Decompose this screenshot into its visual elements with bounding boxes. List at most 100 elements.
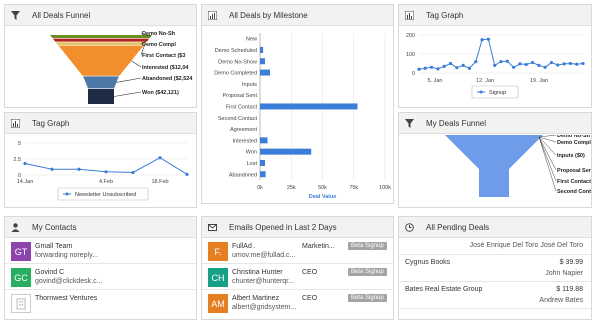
funnel-segment <box>55 42 147 46</box>
panel-title: Tag Graph <box>426 10 464 20</box>
avatar: GT <box>11 242 31 261</box>
legend-marker <box>479 90 483 94</box>
user-icon <box>11 222 20 232</box>
funnel-connector <box>131 60 142 68</box>
panel-header: My Contacts <box>5 217 196 238</box>
panel-title: My Deals Funnel <box>426 118 487 128</box>
funnel-label: First Contact ($ <box>557 179 592 185</box>
panel-header: Tag Graph <box>399 5 591 26</box>
x-tick-label: 25k <box>287 185 296 191</box>
contact-row[interactable]: GT Gmall Team forwarding noreply... <box>5 239 196 264</box>
x-tick-label: 50k <box>318 185 327 191</box>
deal-price: $ 39.99 <box>559 259 583 266</box>
legend-label: Signup <box>489 90 506 96</box>
funnel-segment <box>52 38 150 42</box>
email-role: CEO <box>302 269 318 276</box>
funnel-connector <box>538 136 557 182</box>
y-tick-label: Demo No-Show <box>218 59 257 65</box>
avatar <box>11 294 31 313</box>
funnel-label: Demo Compl <box>142 42 176 48</box>
x-tick-label: 12. Jan <box>476 78 494 84</box>
y-tick-label: 5 <box>18 141 21 147</box>
tag-badge[interactable]: Beta Signup <box>348 268 387 276</box>
data-point <box>442 64 446 68</box>
chart-line-icon <box>405 10 414 20</box>
deal-name: Cygnus Books <box>405 259 451 266</box>
data-point <box>23 161 27 166</box>
my-funnel-chart: Demo No-ShDemo Compl Inputs ($0) Proposal … <box>445 135 592 197</box>
y-tick-label: Abandoned <box>229 172 257 178</box>
legend-marker <box>65 192 69 196</box>
funnel-segment <box>50 35 152 38</box>
data-point <box>467 66 472 70</box>
funnel-connector <box>116 77 142 83</box>
email-address: umov.me@fullad.c... <box>232 252 296 259</box>
data-point <box>562 62 566 66</box>
data-point <box>423 66 427 70</box>
email-address: albert@gridsystem... <box>232 304 297 311</box>
data-point <box>474 60 478 64</box>
data-point <box>524 62 528 67</box>
x-tick-label: 75k <box>349 185 358 191</box>
avatar: GC <box>11 268 31 287</box>
bar <box>260 171 266 178</box>
y-tick-label: 100 <box>406 52 415 58</box>
bar <box>260 137 268 144</box>
deal-name: Bates Real Estate Group <box>405 286 483 293</box>
data-point <box>430 65 434 69</box>
owner-header: José Enrique Del Toro José Del Toro <box>469 242 583 249</box>
funnel-label: Won ($42,121) <box>142 90 179 96</box>
y-tick-label: Second Contact <box>218 116 258 122</box>
milestone-chart: 0k 25k 50k 75k 100k New Demo Scheduled Demo No-… <box>214 33 391 200</box>
email-row[interactable]: AM Albert Martinez albert@gridsystem... … <box>202 291 393 316</box>
contact-row[interactable]: Thornwest Ventures <box>5 291 196 316</box>
tag-badge[interactable]: Beta Signup <box>348 242 387 250</box>
data-point <box>549 60 554 65</box>
tag-graph2-panel: Tag Graph 0 2.5 5 14.Jan 4.Feb 18.Feb Newslett… <box>4 112 197 208</box>
funnel-label: Demo No-Sh <box>557 135 591 139</box>
data-point <box>493 63 497 67</box>
data-point <box>77 167 81 171</box>
avatar: AM <box>208 294 228 313</box>
x-axis-label: Deal Value <box>309 194 337 200</box>
deal-row[interactable]: Cygnus Books $ 39.99 John Napier <box>399 255 591 282</box>
x-tick-label: 5. Jan <box>428 78 443 84</box>
contact-row[interactable]: GC Govind C govind@clickdesk.c... <box>5 265 196 290</box>
contact-email: forwarding noreply... <box>35 252 98 259</box>
funnel-segment <box>58 45 144 76</box>
panel-title: All Deals Funnel <box>32 10 91 20</box>
data-point <box>185 172 189 176</box>
data-point <box>518 62 522 66</box>
deals-funnel-chart: Demo No-Sh Demo Compl First Contact ($3 Int… <box>50 31 193 104</box>
data-point <box>512 65 516 69</box>
funnel-label: Interested ($12,04 <box>142 65 189 71</box>
email-contact-name: FullAd . <box>232 243 256 250</box>
bar <box>260 148 312 155</box>
bar <box>260 46 264 53</box>
data-point <box>537 63 541 67</box>
email-contact-name: Albert Martinez <box>232 295 280 302</box>
data-point <box>131 170 135 175</box>
funnel-connector <box>538 136 557 171</box>
data-point <box>499 60 503 64</box>
bar <box>260 159 265 166</box>
bar <box>260 58 265 65</box>
data-point <box>543 65 547 69</box>
tag-badge[interactable]: Beta Signup <box>348 294 387 302</box>
email-row[interactable]: CH Christina Hunter chunter@hunterqr... … <box>202 265 393 290</box>
building-icon <box>16 298 26 309</box>
x-tick-label: 18.Feb <box>151 179 168 185</box>
y-tick-label: Demo Scheduled <box>215 48 257 54</box>
email-contact-name: Christina Hunter <box>232 269 283 276</box>
email-role: Marketin... <box>302 243 335 250</box>
funnel-label: Inputs ($0) <box>557 153 585 159</box>
email-role: CEO <box>302 295 318 302</box>
tag-graph-panel: Tag Graph 0 100 200 5. Jan 12. Jan 19. Jan Sig… <box>398 4 592 108</box>
funnel-connector <box>113 91 142 97</box>
data-point <box>486 37 490 41</box>
funnel-label: Second Contact ( <box>557 189 592 195</box>
filter-icon <box>405 118 414 128</box>
email-row[interactable]: F. FullAd . umov.me@fullad.c... Marketin… <box>202 239 393 264</box>
data-point <box>104 170 108 174</box>
deal-row[interactable]: Bates Real Estate Group $ 119.88 Andrew … <box>399 282 591 309</box>
